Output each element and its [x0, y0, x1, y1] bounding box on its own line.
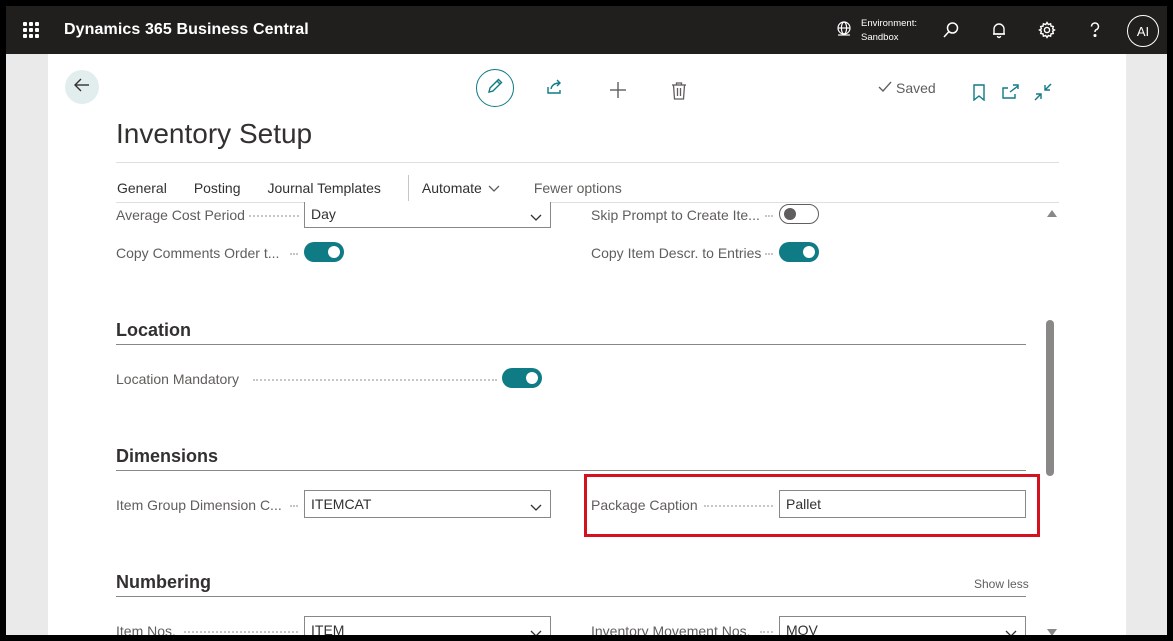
content-area: Average Cost Period Day Skip Prompt to C… — [48, 202, 1126, 635]
scroll-up-icon[interactable] — [1047, 210, 1057, 217]
skip-prompt-toggle[interactable] — [779, 204, 819, 224]
tab-journal-templates[interactable]: Journal Templates — [268, 180, 381, 196]
bookmark-icon — [973, 84, 985, 106]
copy-item-descr-label: Copy Item Descr. to Entries — [591, 245, 762, 261]
highlight-box — [584, 474, 1040, 537]
chevron-down-icon[interactable] — [1005, 625, 1017, 635]
show-less-button[interactable]: Show less — [974, 577, 1029, 591]
add-icon — [609, 81, 627, 104]
left-gutter — [6, 54, 48, 635]
leader-dots — [249, 215, 299, 217]
back-button[interactable] — [65, 70, 99, 104]
leader-dots — [765, 215, 773, 217]
copy-comments-toggle[interactable] — [304, 242, 344, 262]
section-divider — [116, 344, 1026, 345]
avg-cost-period-label: Average Cost Period — [116, 207, 245, 223]
tab-general[interactable]: General — [117, 180, 167, 196]
chevron-down-icon[interactable] — [530, 499, 542, 515]
action-bar: General Posting Journal Templates Automa… — [117, 174, 649, 202]
share-icon — [546, 79, 564, 100]
environment-indicator[interactable]: Environment: Sandbox — [835, 16, 917, 46]
divider — [116, 202, 1059, 203]
divider — [407, 175, 409, 201]
skip-prompt-label: Skip Prompt to Create Ite... — [591, 207, 760, 223]
location-mandatory-toggle[interactable] — [502, 368, 542, 388]
avatar[interactable]: AI — [1127, 15, 1159, 47]
search-icon[interactable] — [939, 18, 963, 42]
edit-pencil-icon — [486, 77, 504, 100]
bookmark-button[interactable] — [972, 84, 986, 106]
inventory-movement-nos-label: Inventory Movement Nos. — [591, 623, 751, 635]
item-nos-value: ITEM — [311, 622, 345, 635]
item-group-dimension-label: Item Group Dimension C... — [116, 497, 282, 513]
leader-dots — [290, 253, 298, 255]
globe-icon — [835, 20, 853, 43]
gear-icon[interactable] — [1035, 18, 1059, 42]
back-arrow-icon — [73, 76, 91, 99]
item-group-dimension-select[interactable]: ITEMCAT — [304, 490, 551, 518]
section-divider — [116, 596, 1026, 597]
location-heading[interactable]: Location — [116, 320, 191, 341]
bell-icon[interactable] — [987, 18, 1011, 42]
app-title[interactable]: Dynamics 365 Business Central — [64, 21, 309, 39]
collapse-button[interactable] — [1034, 83, 1052, 106]
leader-dots — [184, 631, 298, 633]
right-gutter — [1126, 54, 1167, 635]
delete-button[interactable] — [671, 81, 687, 105]
avg-cost-period-select[interactable]: Day — [304, 202, 551, 228]
leader-dots — [253, 379, 497, 381]
delete-icon — [671, 81, 687, 105]
edit-button[interactable] — [476, 69, 514, 107]
dimensions-heading[interactable]: Dimensions — [116, 446, 218, 467]
tab-posting[interactable]: Posting — [194, 180, 241, 196]
scroll-down-icon[interactable] — [1047, 629, 1057, 635]
vertical-scrollbar[interactable] — [1044, 202, 1058, 635]
item-nos-label: Item Nos. — [116, 623, 176, 635]
chevron-down-icon[interactable] — [530, 209, 542, 225]
save-status-text: Saved — [896, 80, 936, 96]
share-button[interactable] — [546, 79, 564, 100]
chevron-down-icon[interactable] — [530, 625, 542, 635]
section-divider — [116, 470, 1026, 471]
help-icon[interactable] — [1083, 18, 1107, 42]
scrollbar-thumb[interactable] — [1046, 320, 1054, 476]
leader-dots — [760, 631, 773, 633]
page-card: Saved Inventory Setup General Posting Jo… — [48, 54, 1126, 635]
save-status: Saved — [878, 80, 936, 96]
divider — [116, 162, 1059, 163]
chevron-down-icon — [488, 180, 500, 196]
copy-item-descr-toggle[interactable] — [779, 242, 819, 262]
inventory-movement-nos-value: MOV — [786, 622, 818, 635]
waffle-icon[interactable] — [23, 22, 39, 38]
top-bar: Dynamics 365 Business Central Environmen… — [6, 6, 1167, 54]
app-window: Dynamics 365 Business Central Environmen… — [6, 6, 1167, 635]
new-button[interactable] — [609, 81, 627, 104]
env-name: Sandbox — [861, 32, 899, 43]
location-mandatory-label: Location Mandatory — [116, 371, 239, 387]
copy-comments-label: Copy Comments Order t... — [116, 245, 280, 261]
env-label: Environment: — [861, 18, 917, 29]
item-group-dimension-value: ITEMCAT — [311, 496, 372, 512]
open-new-window-button[interactable] — [1002, 83, 1020, 105]
collapse-icon — [1034, 83, 1052, 106]
avg-cost-period-value: Day — [311, 206, 336, 222]
automate-menu[interactable]: Automate — [422, 180, 500, 196]
fewer-options-button[interactable]: Fewer options — [534, 180, 622, 196]
leader-dots — [290, 505, 298, 507]
inventory-movement-nos-select[interactable]: MOV — [779, 616, 1026, 635]
leader-dots — [765, 253, 773, 255]
page-title: Inventory Setup — [116, 118, 313, 149]
checkmark-icon — [878, 80, 892, 96]
numbering-heading[interactable]: Numbering — [116, 572, 211, 593]
open-new-window-icon — [1002, 83, 1020, 105]
automate-label: Automate — [421, 180, 482, 196]
item-nos-select[interactable]: ITEM — [304, 616, 551, 635]
